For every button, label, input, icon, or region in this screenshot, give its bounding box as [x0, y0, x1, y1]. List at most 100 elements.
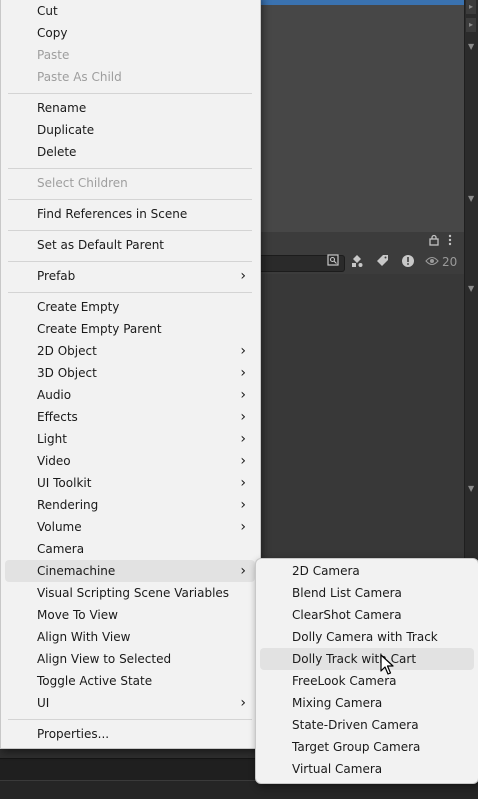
kebab-menu-icon[interactable] — [447, 234, 453, 249]
submenu-item-freelook-camera[interactable]: FreeLook Camera — [260, 670, 474, 692]
menu-item-cut[interactable]: Cut — [5, 0, 255, 22]
submenu-item-mixing-camera[interactable]: Mixing Camera — [260, 692, 474, 714]
menu-item-video[interactable]: Video › — [5, 450, 255, 472]
menu-item-label: Rename — [37, 101, 87, 115]
chevron-right-icon: › — [240, 695, 246, 711]
menu-item-label: Volume — [37, 520, 82, 534]
chevron-right-icon: › — [240, 343, 246, 359]
menu-item-copy[interactable]: Copy — [5, 22, 255, 44]
menu-item-camera[interactable]: Camera — [5, 538, 255, 560]
menu-item-label: Target Group Camera — [292, 740, 421, 754]
menu-item-label: Cut — [37, 4, 58, 18]
menu-item-label: Camera — [37, 542, 85, 556]
menu-item-label: Dolly Track with Cart — [292, 652, 417, 666]
visible-object-count: 20 — [442, 255, 458, 269]
menu-item-label: UI Toolkit — [37, 476, 92, 490]
foldout-triangle-icon[interactable]: ▼ — [468, 284, 474, 293]
foldout-triangle-icon[interactable]: ▼ — [468, 42, 474, 51]
submenu-item-dolly-camera-with-track[interactable]: Dolly Camera with Track — [260, 626, 474, 648]
chevron-right-icon: › — [240, 409, 246, 425]
menu-item-set-default-parent[interactable]: Set as Default Parent — [5, 234, 255, 256]
cinemachine-submenu: 2D Camera Blend List Camera ClearShot Ca… — [255, 558, 478, 784]
menu-item-label: Dolly Camera with Track — [292, 630, 438, 644]
menu-item-cinemachine[interactable]: Cinemachine › — [5, 560, 255, 582]
menu-item-ui[interactable]: UI › — [5, 692, 255, 714]
menu-item-label: Align View to Selected — [37, 652, 172, 666]
menu-item-light[interactable]: Light › — [5, 428, 255, 450]
menu-item-label: Copy — [37, 26, 68, 40]
submenu-item-clearshot-camera[interactable]: ClearShot Camera — [260, 604, 474, 626]
submenu-item-2d-camera[interactable]: 2D Camera — [260, 560, 474, 582]
lock-icon[interactable] — [428, 234, 440, 249]
submenu-item-state-driven-camera[interactable]: State-Driven Camera — [260, 714, 474, 736]
chevron-right-icon: › — [240, 497, 246, 513]
strip-collapse-icon[interactable]: ▸ — [466, 0, 476, 14]
menu-item-ui-toolkit[interactable]: UI Toolkit › — [5, 472, 255, 494]
foldout-triangle-icon[interactable]: ▼ — [468, 194, 474, 203]
menu-item-2d-object[interactable]: 2D Object › — [5, 340, 255, 362]
menu-item-duplicate[interactable]: Duplicate — [5, 119, 255, 141]
menu-item-label: Toggle Active State — [37, 674, 153, 688]
eye-icon[interactable] — [424, 254, 440, 272]
menu-item-label: Prefab — [37, 269, 76, 283]
tag-filter-icon[interactable] — [373, 254, 391, 272]
menu-separator — [8, 230, 252, 231]
menu-item-create-empty-parent[interactable]: Create Empty Parent — [5, 318, 255, 340]
menu-item-label: Create Empty Parent — [37, 322, 162, 336]
menu-separator — [8, 261, 252, 262]
menu-item-effects[interactable]: Effects › — [5, 406, 255, 428]
menu-item-label: Delete — [37, 145, 77, 159]
chevron-right-icon: › — [240, 431, 246, 447]
chevron-right-icon: › — [240, 387, 246, 403]
submenu-item-dolly-track-with-cart[interactable]: Dolly Track with Cart — [260, 648, 474, 670]
menu-separator — [8, 199, 252, 200]
menu-item-label: Light — [37, 432, 67, 446]
menu-item-label: Create Empty — [37, 300, 120, 314]
menu-item-label: 2D Camera — [292, 564, 360, 578]
menu-item-label: Align With View — [37, 630, 131, 644]
foldout-triangle-icon[interactable]: ▼ — [468, 484, 474, 493]
menu-item-rename[interactable]: Rename — [5, 97, 255, 119]
menu-item-volume[interactable]: Volume › — [5, 516, 255, 538]
menu-item-align-with-view[interactable]: Align With View — [5, 626, 255, 648]
menu-item-select-children: Select Children — [5, 172, 255, 194]
warning-filter-icon[interactable] — [399, 254, 417, 272]
submenu-item-virtual-camera[interactable]: Virtual Camera — [260, 758, 474, 780]
menu-item-label: Find References in Scene — [37, 207, 188, 221]
menu-item-label: Blend List Camera — [292, 586, 402, 600]
menu-item-rendering[interactable]: Rendering › — [5, 494, 255, 516]
menu-item-toggle-active-state[interactable]: Toggle Active State — [5, 670, 255, 692]
submenu-item-blend-list-camera[interactable]: Blend List Camera — [260, 582, 474, 604]
menu-item-audio[interactable]: Audio › — [5, 384, 255, 406]
menu-item-label: Paste — [37, 48, 70, 62]
search-by-type-icon[interactable] — [324, 254, 342, 272]
menu-item-visual-scripting-scene-variables[interactable]: Visual Scripting Scene Variables — [5, 582, 255, 604]
menu-item-paste: Paste — [5, 44, 255, 66]
chevron-right-icon: › — [240, 519, 246, 535]
strip-collapse-icon[interactable]: ▸ — [466, 18, 476, 32]
menu-item-prefab[interactable]: Prefab › — [5, 265, 255, 287]
chevron-right-icon: › — [240, 453, 246, 469]
menu-item-align-view-to-selected[interactable]: Align View to Selected — [5, 648, 255, 670]
menu-item-create-empty[interactable]: Create Empty — [5, 296, 255, 318]
menu-item-label: Rendering — [37, 498, 99, 512]
scene-filter-icon[interactable] — [348, 254, 366, 272]
menu-item-3d-object[interactable]: 3D Object › — [5, 362, 255, 384]
menu-item-label: State-Driven Camera — [292, 718, 419, 732]
menu-item-label: Mixing Camera — [292, 696, 383, 710]
submenu-item-target-group-camera[interactable]: Target Group Camera — [260, 736, 474, 758]
menu-item-label: Video — [37, 454, 71, 468]
menu-item-delete[interactable]: Delete — [5, 141, 255, 163]
menu-item-label: UI — [37, 696, 50, 710]
menu-item-label: Visual Scripting Scene Variables — [37, 586, 230, 600]
chevron-right-icon: › — [240, 268, 246, 284]
menu-item-label: Paste As Child — [37, 70, 122, 84]
menu-item-find-references[interactable]: Find References in Scene — [5, 203, 255, 225]
menu-separator — [8, 292, 252, 293]
menu-item-label: Move To View — [37, 608, 118, 622]
menu-item-properties[interactable]: Properties... — [5, 723, 255, 745]
menu-item-label: Audio — [37, 388, 72, 402]
menu-item-move-to-view[interactable]: Move To View — [5, 604, 255, 626]
hierarchy-content — [258, 274, 464, 560]
scene-view-area — [258, 0, 464, 232]
